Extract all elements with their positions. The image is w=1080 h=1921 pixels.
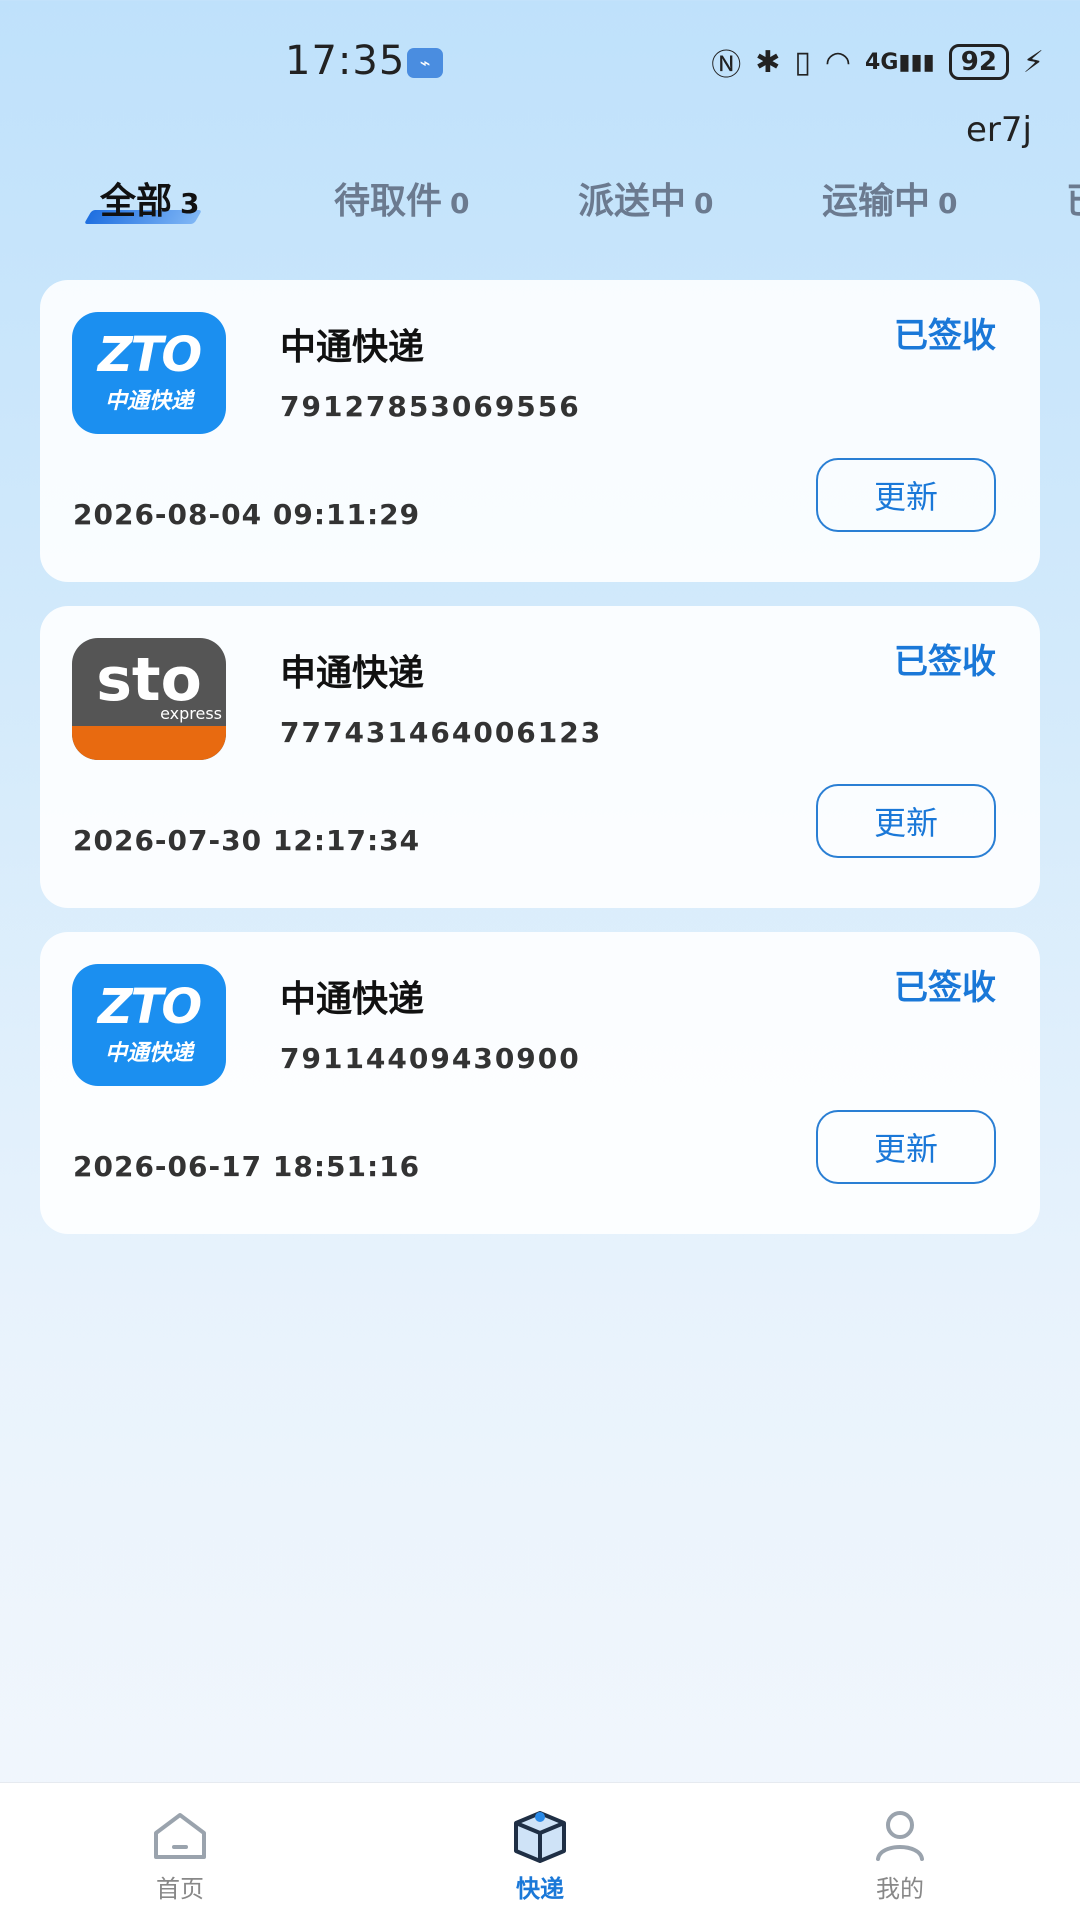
vibrate-icon: ▯ xyxy=(794,44,811,80)
charging-icon: ⚡ xyxy=(1022,44,1044,80)
zto-logo: ZTO 中通快递 xyxy=(72,964,226,1086)
logo-stripe xyxy=(72,726,226,760)
tab-pending-pickup[interactable]: 待取件 0 xyxy=(334,172,470,224)
shipment-card[interactable]: ZTO 中通快递 中通快递 79127853069556 已签收 2026-08… xyxy=(40,280,1040,582)
nav-label: 快递 xyxy=(516,1875,564,1903)
logo-subtext: express xyxy=(160,704,222,723)
tab-label: 派送中 xyxy=(578,181,687,222)
shipment-datetime: 2026-08-04 09:11:29 xyxy=(73,498,421,531)
nfc-icon: Ⓝ xyxy=(711,48,742,83)
logo-subtext: 中通快递 xyxy=(104,1041,193,1066)
status-badge: 已签收 xyxy=(894,642,996,682)
tab-label: 全部 xyxy=(100,181,173,222)
tracking-number: 79127853069556 xyxy=(280,390,581,423)
bluetooth-icon: ✱ xyxy=(755,44,781,80)
tab-delivering[interactable]: 派送中 0 xyxy=(578,172,714,224)
shipment-datetime: 2026-07-30 12:17:34 xyxy=(73,824,421,857)
courier-name: 中通快递 xyxy=(280,327,425,368)
package-icon xyxy=(510,1807,570,1863)
filter-tabs: 全部3 待取件0 派送中0 运输中0 已 xyxy=(0,172,1080,242)
tracking-number: 777431464006123 xyxy=(280,716,603,749)
battery-indicator: 92 xyxy=(948,44,1009,80)
tab-count: 0 xyxy=(450,187,470,220)
logo-subtext: 中通快递 xyxy=(104,389,193,414)
status-badge: 已签收 xyxy=(894,316,996,356)
status-badge: 已签收 xyxy=(894,968,996,1008)
tab-signed[interactable]: 已 xyxy=(1066,172,1080,224)
nav-label: 我的 xyxy=(876,1875,924,1903)
tab-label: 已 xyxy=(1066,181,1080,222)
home-icon xyxy=(150,1807,210,1863)
status-icons: Ⓝ ✱ ▯ ◠ 4G▮▮▮ 92 ⚡ xyxy=(711,40,1044,84)
zto-logo: ZTO 中通快递 xyxy=(72,312,226,434)
nav-label: 首页 xyxy=(156,1875,204,1903)
wifi-icon: ◠ xyxy=(824,44,852,80)
update-button[interactable]: 更新 xyxy=(816,458,996,532)
logo-text: sto xyxy=(96,645,202,715)
tab-label: 运输中 xyxy=(822,181,931,222)
courier-name: 申通快递 xyxy=(280,653,425,694)
status-bar: 17:35 ⌁ Ⓝ ✱ ▯ ◠ 4G▮▮▮ 92 ⚡ xyxy=(0,0,1080,120)
update-button[interactable]: 更新 xyxy=(816,1110,996,1184)
shipment-card[interactable]: sto express 申通快递 777431464006123 已签收 202… xyxy=(40,606,1040,908)
nav-mine[interactable]: 我的 xyxy=(810,1807,990,1904)
courier-name: 中通快递 xyxy=(280,979,425,1020)
nav-express[interactable]: 快递 xyxy=(450,1807,630,1904)
user-icon xyxy=(870,1807,930,1863)
tab-label: 待取件 xyxy=(334,181,443,222)
usb-icon: ⌁ xyxy=(407,48,443,78)
tab-all[interactable]: 全部 3 xyxy=(100,172,200,224)
tab-count: 0 xyxy=(694,187,714,220)
bottom-nav: 首页 快递 我的 xyxy=(0,1782,1080,1921)
tab-count: 3 xyxy=(180,187,200,220)
shipment-datetime: 2026-06-17 18:51:16 xyxy=(73,1150,421,1183)
signal-icon: 4G▮▮▮ xyxy=(865,49,935,75)
tab-in-transit[interactable]: 运输中 0 xyxy=(822,172,958,224)
nav-home[interactable]: 首页 xyxy=(90,1807,270,1904)
logo-text: ZTO xyxy=(97,327,202,383)
update-button[interactable]: 更新 xyxy=(816,784,996,858)
shipment-card[interactable]: ZTO 中通快递 中通快递 79114409430900 已签收 2026-06… xyxy=(40,932,1040,1234)
sto-logo: sto express xyxy=(72,638,226,760)
status-time: 17:35 xyxy=(285,38,406,84)
logo-text: ZTO xyxy=(97,979,202,1035)
user-id: er7j xyxy=(966,110,1032,150)
tab-count: 0 xyxy=(938,187,958,220)
tracking-number: 79114409430900 xyxy=(280,1042,581,1075)
